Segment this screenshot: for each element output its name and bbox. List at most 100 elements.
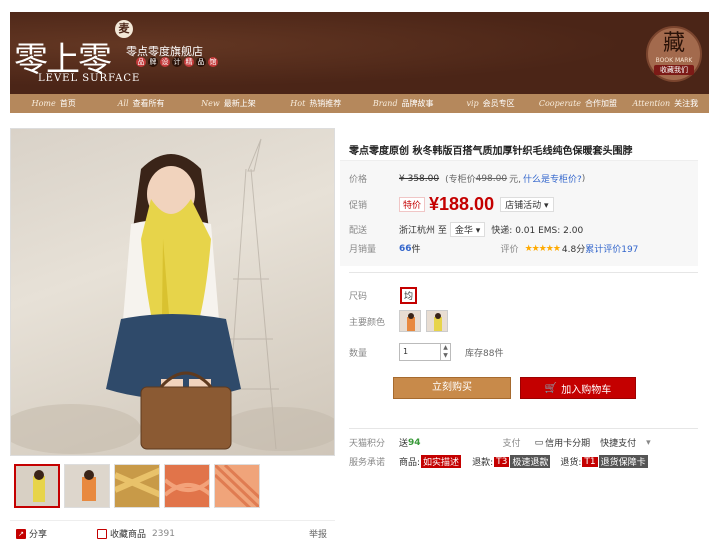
stock-count: 库存88件 xyxy=(465,348,504,359)
shop-tag: 馆 xyxy=(208,57,218,67)
sales-unit: 件 xyxy=(411,245,421,255)
nav-item-new[interactable]: New 最新上架 xyxy=(185,98,272,109)
bookmark-icon: 藏 xyxy=(662,31,685,56)
promo-dropdown[interactable]: 店铺活动 ▾ xyxy=(500,197,554,212)
service-return-badge[interactable]: 退货保障卡 xyxy=(598,455,648,468)
shop-tag: 品 xyxy=(196,57,206,67)
divider xyxy=(349,272,698,273)
chevron-up-icon[interactable]: ▲ xyxy=(441,344,450,352)
review-count-link[interactable]: 累计评价197 xyxy=(585,242,638,255)
promo-badge: 特价 xyxy=(399,197,426,212)
nav-item-label: 合作加盟 xyxy=(585,99,618,108)
pay-card[interactable]: 信用卡分期 xyxy=(545,436,590,449)
thumbnail-3[interactable] xyxy=(114,464,160,508)
quantity-stepper[interactable]: ▲ ▼ xyxy=(441,343,451,361)
chevron-down-icon[interactable]: ▼ xyxy=(441,352,450,360)
price-row: 价格 ¥ 358.00 (专柜价 498.00 元, 什么是专柜价? ) xyxy=(349,172,586,186)
shop-logo-en: LEVEL SURFACE xyxy=(38,73,141,84)
favorite-button[interactable]: 收藏商品 2391 xyxy=(97,527,175,540)
bookmark-label-cn: 收藏我们 xyxy=(654,65,694,75)
service-return-tag: T1 xyxy=(582,456,598,467)
sales-row: 月销量 66 件 评价 ★★★★★ 4.8分 累计评价197 xyxy=(349,242,638,256)
size-label: 尺码 xyxy=(349,292,368,302)
ship-from: 浙江杭州 至 xyxy=(399,226,447,236)
chevron-down-icon[interactable]: ▾ xyxy=(646,438,651,448)
rating-score: 4.8分 xyxy=(561,245,586,255)
bookmark-label-en: BOOK MARK xyxy=(655,57,693,64)
shop-tag: 精 xyxy=(184,57,194,67)
nav-item-en: New xyxy=(201,99,220,108)
nav-item-brand[interactable]: Brand 品牌故事 xyxy=(360,98,447,109)
color-row: 主要颜色 xyxy=(349,310,453,332)
nav-item-en: Home xyxy=(31,99,56,108)
nav-item-en: All xyxy=(117,99,129,108)
nav-item-vip[interactable]: vip 会员专区 xyxy=(447,98,534,109)
service-refund-badge[interactable]: 极速退款 xyxy=(510,455,551,468)
shop-tag: 牌 xyxy=(148,57,158,67)
ship-to-value: 金华 xyxy=(454,226,473,236)
nav-item-label: 最新上架 xyxy=(223,99,256,108)
model-photo xyxy=(11,138,334,454)
vip-price-help-link[interactable]: 什么是专柜价? xyxy=(523,172,582,185)
favorite-label: 收藏商品 xyxy=(110,530,147,540)
cart-icon: 🛒 xyxy=(544,382,558,394)
add-to-cart-label: 加入购物车 xyxy=(561,384,612,396)
promo-row: 促销 特价 ¥188.00 店铺活动 ▾ xyxy=(349,194,554,215)
color-swatch-1[interactable] xyxy=(399,310,421,332)
nav-item-label: 热销推荐 xyxy=(309,99,342,108)
chevron-down-icon: ▾ xyxy=(475,226,481,236)
report-link[interactable]: 举报 xyxy=(309,527,327,540)
shop-tags: 品 牌 设 计 精 品 馆 xyxy=(136,57,218,67)
thumbnail-5[interactable] xyxy=(214,464,260,508)
promo-price: ¥188.00 xyxy=(429,194,495,214)
vip-price-close: ) xyxy=(581,173,586,184)
share-label: 分享 xyxy=(29,530,48,540)
points-row: 天猫积分 送 94 支付 ▭ 信用卡分期 快捷支付 ▾ xyxy=(349,436,651,450)
shop-tag: 品 xyxy=(136,57,146,67)
service-return: 退货: xyxy=(560,458,582,468)
buy-now-button[interactable]: 立刻购买 xyxy=(393,377,511,399)
color-swatch-2[interactable] xyxy=(426,310,448,332)
product-actions-row: ↗ 分享 收藏商品 2391 举报 xyxy=(10,520,335,546)
nav-item-label: 品牌故事 xyxy=(401,99,434,108)
nav-item-all[interactable]: All 查看所有 xyxy=(97,98,184,109)
pay-quick[interactable]: 快捷支付 xyxy=(600,436,636,449)
quantity-input[interactable]: 1 xyxy=(399,343,441,361)
service-label: 服务承诺 xyxy=(349,458,386,468)
shipping-row: 配送 浙江杭州 至 金华 ▾ 快递: 0.01 EMS: 2.00 xyxy=(349,222,583,237)
share-button[interactable]: ↗ 分享 xyxy=(16,527,47,540)
ship-fee: 快递: 0.01 EMS: 2.00 xyxy=(491,226,584,236)
points-value: 94 xyxy=(408,437,421,448)
chevron-down-icon: ▾ xyxy=(543,201,549,211)
bookmark-shop-button[interactable]: 藏 BOOK MARK 收藏我们 xyxy=(646,26,702,82)
thumbnail-1[interactable] xyxy=(14,464,60,508)
thumbnail-4[interactable] xyxy=(164,464,210,508)
favorite-count: 2391 xyxy=(152,528,175,539)
vip-price: 498.00 xyxy=(475,173,508,184)
ship-to-select[interactable]: 金华 ▾ xyxy=(449,222,486,237)
product-main-image[interactable] xyxy=(10,128,335,456)
vip-price-suffix: 元, xyxy=(509,175,521,185)
nav-item-attention[interactable]: Attention 关注我 xyxy=(622,98,709,109)
service-refund: 退款: xyxy=(472,458,494,468)
nav-item-home[interactable]: Home 首页 xyxy=(10,98,97,109)
nav-item-label: 首页 xyxy=(59,99,76,108)
thumbnail-2[interactable] xyxy=(64,464,110,508)
sales-label: 月销量 xyxy=(349,245,377,255)
shop-nav: Home 首页 All 查看所有 New 最新上架 Hot 热销推荐 Brand 品牌故事… xyxy=(10,94,709,113)
nav-item-cooperate[interactable]: Cooperate 合作加盟 xyxy=(534,98,621,109)
service-goods-badge[interactable]: 如实描述 xyxy=(421,455,462,468)
original-price: ¥ 358.00 xyxy=(399,173,440,184)
share-icon: ↗ xyxy=(16,528,26,539)
points-label: 天猫积分 xyxy=(349,439,386,449)
logo-badge: 麦 xyxy=(115,20,133,38)
size-option-selected[interactable]: 均 xyxy=(400,287,418,304)
sales-value: 66 xyxy=(399,243,412,254)
service-row: 服务承诺 商品: 如实描述 退款: T3 极速退款 退货: T1 退货保障卡 xyxy=(349,455,648,468)
vip-price-text: (专柜价 xyxy=(445,175,476,185)
nav-item-label: 关注我 xyxy=(674,99,699,108)
service-refund-tag: T3 xyxy=(494,456,510,467)
add-to-cart-button[interactable]: 🛒 加入购物车 xyxy=(520,377,636,399)
shop-header: 零上零 麦 LEVEL SURFACE 零点零度旗舰店 品 牌 设 计 精 品 … xyxy=(10,12,709,94)
nav-item-hot[interactable]: Hot 热销推荐 xyxy=(272,98,359,109)
